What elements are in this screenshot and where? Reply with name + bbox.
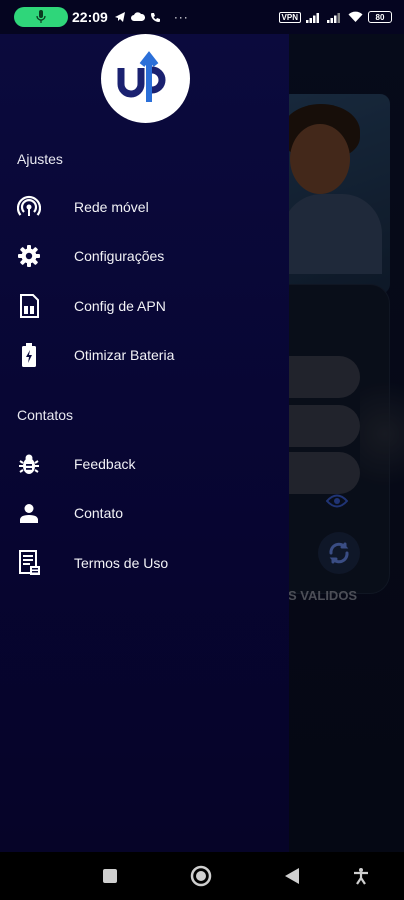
section-contatos: Contatos — [17, 407, 74, 423]
menu-item-contato[interactable]: Contato — [0, 491, 289, 535]
person-icon — [17, 501, 41, 525]
menu-item-configuracoes[interactable]: Configurações — [0, 234, 289, 278]
menu-item-config-apn[interactable]: Config de APN — [0, 284, 289, 328]
recents-button[interactable] — [101, 867, 119, 885]
bug-icon — [17, 452, 41, 476]
status-time: 22:09 — [72, 9, 108, 25]
phone-icon — [150, 12, 160, 22]
app-logo — [101, 34, 190, 123]
home-button[interactable] — [189, 864, 213, 888]
back-button[interactable] — [282, 866, 302, 886]
sim-card-icon — [17, 294, 41, 318]
battery-level: 80 — [375, 12, 385, 22]
menu-label-config-apn: Config de APN — [74, 298, 166, 314]
menu-label-contato: Contato — [74, 505, 124, 521]
menu-label-feedback: Feedback — [74, 456, 136, 472]
menu-label-termos-de-uso: Termos de Uso — [74, 555, 169, 571]
home-circle-icon — [190, 865, 212, 887]
up-logo-icon — [117, 50, 165, 102]
signal-icon — [306, 13, 319, 23]
menu-item-feedback[interactable]: Feedback — [0, 442, 289, 486]
status-bar: 22:09 ··· VPN 80 — [0, 0, 404, 34]
recents-square-icon — [103, 869, 117, 883]
vpn-badge: VPN — [278, 11, 301, 23]
accessibility-icon — [354, 868, 368, 885]
battery-charging-icon — [17, 343, 41, 367]
cloud-icon — [130, 12, 145, 21]
battery-icon: 80 — [368, 11, 392, 23]
gear-icon — [17, 244, 41, 268]
accessibility-button[interactable] — [350, 865, 372, 887]
wireless-icon — [17, 195, 41, 219]
telegram-icon — [114, 12, 125, 22]
menu-item-termos-de-uso[interactable]: Termos de Uso — [0, 541, 289, 585]
menu-item-otimizar-bateria[interactable]: Otimizar Bateria — [0, 333, 289, 377]
menu-label-configuracoes: Configurações — [74, 248, 165, 264]
menu-label-otimizar-bateria: Otimizar Bateria — [74, 347, 175, 363]
navigation-drawer: Ajustes Rede móvel Configurações Config … — [0, 34, 289, 852]
mic-indicator[interactable] — [14, 7, 68, 27]
section-ajustes: Ajustes — [17, 151, 63, 167]
menu-label-rede-movel: Rede móvel — [74, 199, 149, 215]
wifi-icon — [348, 11, 363, 22]
more-icon: ··· — [173, 10, 189, 24]
mic-icon — [36, 10, 46, 23]
menu-item-rede-movel[interactable]: Rede móvel — [0, 185, 289, 229]
document-icon — [17, 550, 41, 575]
system-nav-bar — [0, 852, 404, 900]
signal-4g-icon — [327, 13, 340, 23]
back-triangle-icon — [285, 868, 299, 884]
